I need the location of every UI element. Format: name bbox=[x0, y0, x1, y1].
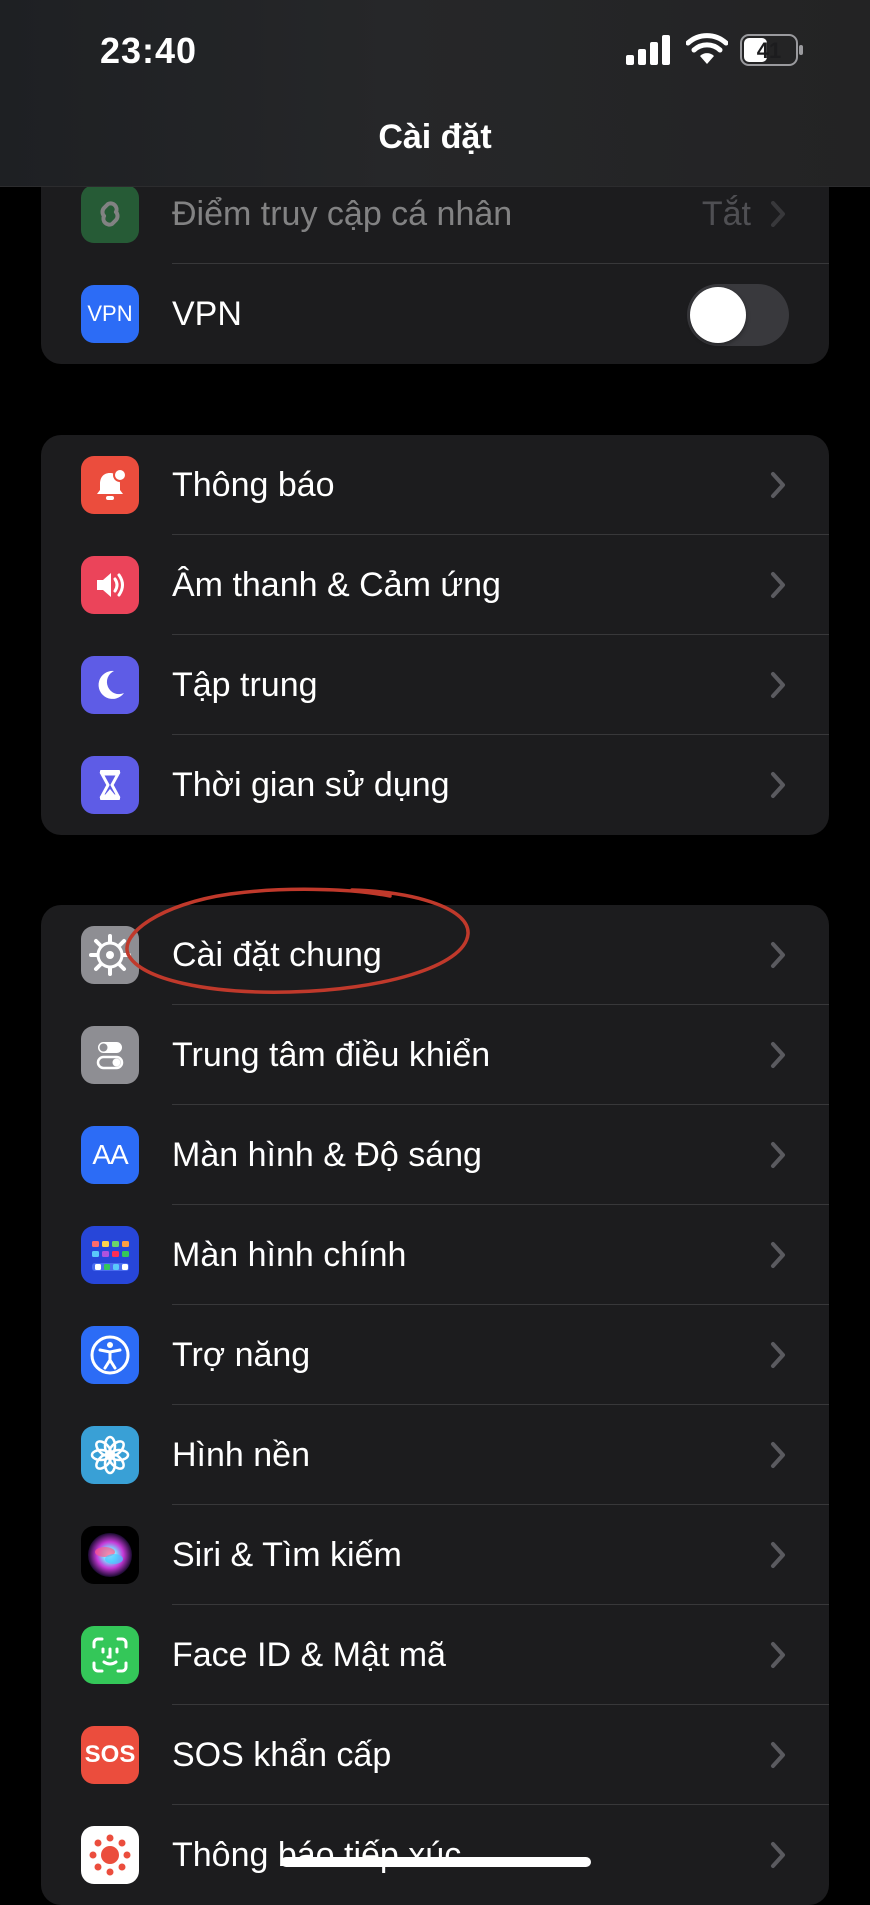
gear-icon bbox=[81, 926, 139, 984]
settings-row-face-id-passcode[interactable]: Face ID & Mật mã bbox=[41, 1605, 829, 1705]
general-settings-group: Cài đặt chung Trung tâm điều khiển AA Mà… bbox=[41, 905, 829, 1905]
settings-row-emergency-sos[interactable]: SOS SOS khẩn cấp bbox=[41, 1705, 829, 1805]
battery-level: 41 bbox=[757, 38, 781, 63]
chevron-right-icon bbox=[771, 1342, 785, 1368]
settings-row-label: Thời gian sử dụng bbox=[172, 766, 450, 804]
settings-row-screen-time[interactable]: Thời gian sử dụng bbox=[41, 735, 829, 835]
settings-row-label: Face ID & Mật mã bbox=[172, 1636, 446, 1674]
chevron-right-icon bbox=[771, 1042, 785, 1068]
status-time: 23:40 bbox=[100, 30, 198, 71]
settings-row-label: SOS khẩn cấp bbox=[172, 1736, 392, 1774]
chevron-right-icon bbox=[771, 1842, 785, 1868]
chevron-right-icon bbox=[771, 1742, 785, 1768]
bell-icon bbox=[81, 456, 139, 514]
text-size-icon: AA bbox=[81, 1126, 139, 1184]
battery-icon: 41 bbox=[740, 34, 803, 66]
settings-row-control-center[interactable]: Trung tâm điều khiển bbox=[41, 1005, 829, 1105]
chevron-right-icon bbox=[771, 572, 785, 598]
settings-row-home-screen[interactable]: Màn hình chính bbox=[41, 1205, 829, 1305]
vpn-toggle[interactable] bbox=[687, 284, 789, 346]
settings-row-label: Hình nền bbox=[172, 1436, 310, 1474]
settings-row-label: VPN bbox=[172, 295, 242, 333]
sos-icon: SOS bbox=[81, 1726, 139, 1784]
settings-row-vpn: VPN VPN bbox=[41, 264, 829, 364]
switches-icon bbox=[81, 1026, 139, 1084]
siri-icon bbox=[81, 1526, 139, 1584]
exposure-notification-icon bbox=[81, 1826, 139, 1884]
network-settings-group: Điểm truy cập cá nhân Tắt VPN VPN bbox=[41, 164, 829, 364]
status-bar: 23:40 41 bbox=[0, 0, 870, 110]
settings-row-label: Âm thanh & Cảm ứng bbox=[172, 566, 501, 604]
settings-row-general[interactable]: Cài đặt chung bbox=[41, 905, 829, 1005]
settings-row-exposure-notifications[interactable]: Thông báo tiếp xúc bbox=[41, 1805, 829, 1905]
home-screen-grid-icon bbox=[81, 1226, 139, 1284]
cellular-signal-icon bbox=[626, 35, 670, 65]
chevron-right-icon bbox=[771, 1442, 785, 1468]
home-indicator[interactable] bbox=[281, 1857, 591, 1867]
settings-row-label: Trung tâm điều khiển bbox=[172, 1036, 491, 1074]
accessibility-icon bbox=[81, 1326, 139, 1384]
settings-row-label: Trợ năng bbox=[172, 1336, 311, 1374]
flower-icon bbox=[81, 1426, 139, 1484]
chevron-right-icon bbox=[771, 1542, 785, 1568]
settings-row-label: Màn hình chính bbox=[172, 1236, 407, 1274]
settings-row-notifications[interactable]: Thông báo bbox=[41, 435, 829, 535]
settings-row-focus[interactable]: Tập trung bbox=[41, 635, 829, 735]
settings-row-sounds-haptics[interactable]: Âm thanh & Cảm ứng bbox=[41, 535, 829, 635]
wifi-icon bbox=[686, 33, 728, 64]
chevron-right-icon bbox=[771, 1242, 785, 1268]
text-size-icon-text: AA bbox=[92, 1139, 128, 1170]
sos-icon-text: SOS bbox=[84, 1741, 136, 1768]
settings-row-label: Tập trung bbox=[172, 666, 318, 704]
vpn-icon: VPN bbox=[81, 285, 139, 343]
vpn-icon-text: VPN bbox=[87, 301, 133, 326]
settings-row-label: Cài đặt chung bbox=[172, 936, 382, 974]
chevron-right-icon bbox=[771, 472, 785, 498]
settings-row-accessibility[interactable]: Trợ năng bbox=[41, 1305, 829, 1405]
page-title: Cài đặt bbox=[378, 118, 492, 156]
chevron-right-icon bbox=[771, 942, 785, 968]
chevron-right-icon bbox=[771, 1642, 785, 1668]
face-id-icon bbox=[81, 1626, 139, 1684]
chevron-right-icon bbox=[771, 1142, 785, 1168]
settings-row-label: Thông báo tiếp xúc bbox=[172, 1836, 462, 1874]
settings-row-display-brightness[interactable]: AA Màn hình & Độ sáng bbox=[41, 1105, 829, 1205]
settings-row-label: Màn hình & Độ sáng bbox=[172, 1136, 482, 1174]
personal-hotspot-icon bbox=[81, 185, 139, 243]
notifications-settings-group: Thông báo Âm thanh & Cảm ứng Tập trung T… bbox=[41, 435, 829, 835]
chevron-right-icon bbox=[771, 772, 785, 798]
navigation-header: 23:40 41 Cài đặt bbox=[0, 0, 870, 187]
settings-row-label: Thông báo bbox=[172, 466, 335, 504]
settings-row-siri-search[interactable]: Siri & Tìm kiếm bbox=[41, 1505, 829, 1605]
hourglass-icon bbox=[81, 756, 139, 814]
chevron-right-icon bbox=[771, 672, 785, 698]
speaker-icon bbox=[81, 556, 139, 614]
moon-icon bbox=[81, 656, 139, 714]
chevron-right-icon bbox=[771, 201, 785, 227]
toggle-knob bbox=[690, 287, 746, 343]
settings-row-label: Siri & Tìm kiếm bbox=[172, 1536, 402, 1574]
settings-row-wallpaper[interactable]: Hình nền bbox=[41, 1405, 829, 1505]
